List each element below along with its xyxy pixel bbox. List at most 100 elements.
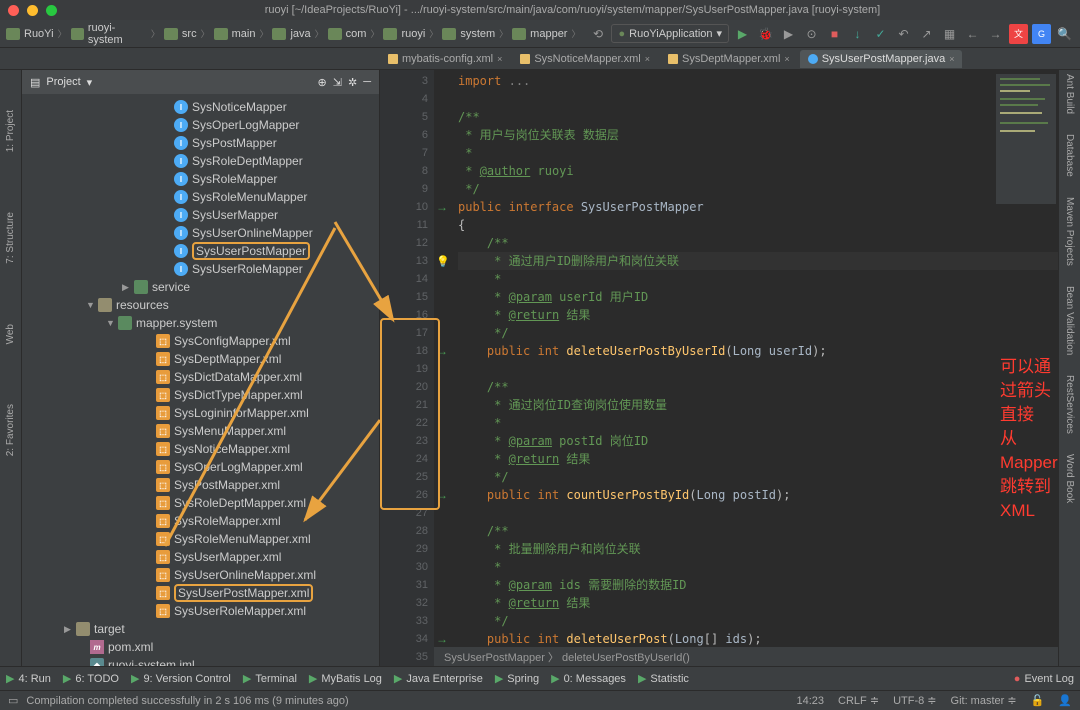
tree-item[interactable]: ⬚SysUserMapper.xml [22, 548, 379, 566]
forward-icon[interactable]: → [986, 24, 1005, 44]
breadcrumb-item[interactable]: system [442, 28, 495, 40]
code-line[interactable]: * [458, 414, 1058, 432]
code-line[interactable]: * 批量删除用户和岗位关联 [458, 540, 1058, 558]
tree-item[interactable]: ▶target [22, 620, 379, 638]
bottom-tool-tab[interactable]: ▶0: Messages [551, 672, 626, 685]
tree-item[interactable]: ⬚SysUserOnlineMapper.xml [22, 566, 379, 584]
code-line[interactable]: * [458, 270, 1058, 288]
right-tool-tab[interactable]: Database [1064, 134, 1075, 177]
code-line[interactable]: * @param ids 需要删除的数据ID [458, 576, 1058, 594]
minimap[interactable] [996, 74, 1056, 207]
editor-tab[interactable]: mybatis-config.xml× [380, 50, 510, 68]
tree-item[interactable]: ISysUserPostMapper [22, 242, 379, 260]
code-line[interactable]: * @return 结果 [458, 306, 1058, 324]
editor-content[interactable]: import .../** * 用户与岗位关联表 数据层 * * @author… [434, 70, 1058, 666]
tree-item[interactable]: ⬚SysOperLogMapper.xml [22, 458, 379, 476]
settings-icon[interactable]: ✲ [348, 76, 357, 89]
code-line[interactable] [458, 90, 1058, 108]
bottom-tool-tab[interactable]: ▶4: Run [6, 672, 51, 685]
profiler-icon[interactable]: ⊙ [802, 24, 821, 44]
breadcrumb-item[interactable]: src [164, 28, 197, 40]
hector-icon[interactable]: 👤 [1058, 694, 1072, 707]
sync-icon[interactable]: ⟲ [588, 24, 607, 44]
vcs-update-icon[interactable]: ↓ [848, 24, 867, 44]
breadcrumb-item[interactable]: RuoYi [6, 28, 54, 40]
vcs-history-icon[interactable]: ↶ [894, 24, 913, 44]
tree-item[interactable]: ⬚SysRoleDeptMapper.xml [22, 494, 379, 512]
bottom-tool-tab[interactable]: ▶MyBatis Log [309, 672, 382, 685]
code-line[interactable]: */ [458, 612, 1058, 630]
left-tool-tab[interactable]: 1: Project [5, 110, 16, 152]
tree-item[interactable]: ISysRoleMenuMapper [22, 188, 379, 206]
project-tree[interactable]: ISysNoticeMapperISysOperLogMapperISysPos… [22, 94, 379, 666]
back-icon[interactable]: ← [963, 24, 982, 44]
breadcrumb-item[interactable]: main [214, 28, 256, 40]
breadcrumb-item[interactable]: ruoyi [383, 28, 425, 40]
tree-item[interactable]: ⬚SysRoleMapper.xml [22, 512, 379, 530]
code-line[interactable] [458, 360, 1058, 378]
tree-item[interactable]: ⬚SysPostMapper.xml [22, 476, 379, 494]
code-line[interactable]: * @author ruoyi [458, 162, 1058, 180]
code-line[interactable]: */ [458, 468, 1058, 486]
tree-item[interactable]: ISysPostMapper [22, 134, 379, 152]
code-line[interactable]: * @param postId 岗位ID [458, 432, 1058, 450]
status-git[interactable]: Git: master ≑ [951, 694, 1017, 707]
bottom-tool-tab[interactable]: ▶6: TODO [63, 672, 119, 685]
close-tab-icon[interactable]: × [784, 54, 789, 64]
tree-item[interactable]: ▼resources [22, 296, 379, 314]
tree-item[interactable]: ⬚SysDictTypeMapper.xml [22, 386, 379, 404]
code-line[interactable]: /** [458, 108, 1058, 126]
left-tool-tab[interactable]: Web [5, 324, 16, 344]
minimize-icon[interactable] [27, 5, 38, 16]
breadcrumb-item[interactable]: mapper [512, 28, 567, 40]
code-editor[interactable]: 345678910→111213💡1415161718→192021222324… [380, 70, 1058, 666]
tree-item[interactable]: ISysUserOnlineMapper [22, 224, 379, 242]
code-breadcrumb[interactable]: SysUserPostMapper 〉 deleteUserPostByUser… [434, 646, 1058, 666]
close-tab-icon[interactable]: × [645, 54, 650, 64]
tree-item[interactable]: ISysUserMapper [22, 206, 379, 224]
tree-item[interactable]: ⬚SysUserPostMapper.xml [22, 584, 379, 602]
editor-tab[interactable]: SysDeptMapper.xml× [660, 50, 798, 68]
status-encoding[interactable]: UTF-8 ≑ [893, 694, 936, 707]
close-tab-icon[interactable]: × [497, 54, 502, 64]
right-tool-tab[interactable]: RestServices [1064, 375, 1075, 434]
code-line[interactable]: public int countUserPostById(Long postId… [458, 486, 1058, 504]
coverage-icon[interactable]: ▶ [779, 24, 798, 44]
breadcrumb-item[interactable]: ruoyi-system [71, 22, 147, 46]
close-icon[interactable] [8, 5, 19, 16]
code-line[interactable]: * @return 结果 [458, 594, 1058, 612]
tree-item[interactable]: ⬚SysDictDataMapper.xml [22, 368, 379, 386]
tree-item[interactable]: ⬚SysNoticeMapper.xml [22, 440, 379, 458]
code-line[interactable]: * @param userId 用户ID [458, 288, 1058, 306]
bottom-tool-tab[interactable]: ▶Statistic [638, 672, 689, 685]
left-tool-tab[interactable]: 2: Favorites [5, 404, 16, 456]
navigate-arrow-icon[interactable]: → [436, 632, 448, 646]
close-tab-icon[interactable]: × [949, 54, 954, 64]
tree-item[interactable]: ⬚SysLogininforMapper.xml [22, 404, 379, 422]
tree-item[interactable]: ⬚SysRoleMenuMapper.xml [22, 530, 379, 548]
code-line[interactable]: * 用户与岗位关联表 数据层 [458, 126, 1058, 144]
hide-icon[interactable]: ─ [363, 76, 371, 88]
right-tool-tab[interactable]: Maven Projects [1064, 197, 1075, 266]
breadcrumb-item[interactable]: java [272, 28, 310, 40]
tree-item[interactable]: ISysOperLogMapper [22, 116, 379, 134]
code-line[interactable]: * @return 结果 [458, 450, 1058, 468]
tree-item[interactable]: ▼mapper.system [22, 314, 379, 332]
tree-item[interactable]: ▶service [22, 278, 379, 296]
tree-item[interactable]: ISysUserRoleMapper [22, 260, 379, 278]
code-line[interactable]: /** [458, 378, 1058, 396]
code-line[interactable]: * 通过用户ID删除用户和岗位关联 [458, 252, 1058, 270]
code-line[interactable]: public int deleteUserPostByUserId(Long u… [458, 342, 1058, 360]
right-tool-tab[interactable]: Bean Validation [1064, 286, 1075, 355]
run-icon[interactable]: ▶ [733, 24, 752, 44]
breadcrumb-item[interactable]: com [328, 28, 367, 40]
vcs-push-icon[interactable]: ↗ [917, 24, 936, 44]
left-tool-tab[interactable]: 7: Structure [5, 212, 16, 264]
bottom-tool-tab[interactable]: ▶Terminal [243, 672, 297, 685]
tree-item[interactable]: ⬚SysDeptMapper.xml [22, 350, 379, 368]
tree-item[interactable]: ⬚SysUserRoleMapper.xml [22, 602, 379, 620]
maximize-icon[interactable] [46, 5, 57, 16]
lock-icon[interactable]: 🔓 [1031, 694, 1045, 707]
code-line[interactable]: /** [458, 234, 1058, 252]
tree-item[interactable]: mpom.xml [22, 638, 379, 656]
